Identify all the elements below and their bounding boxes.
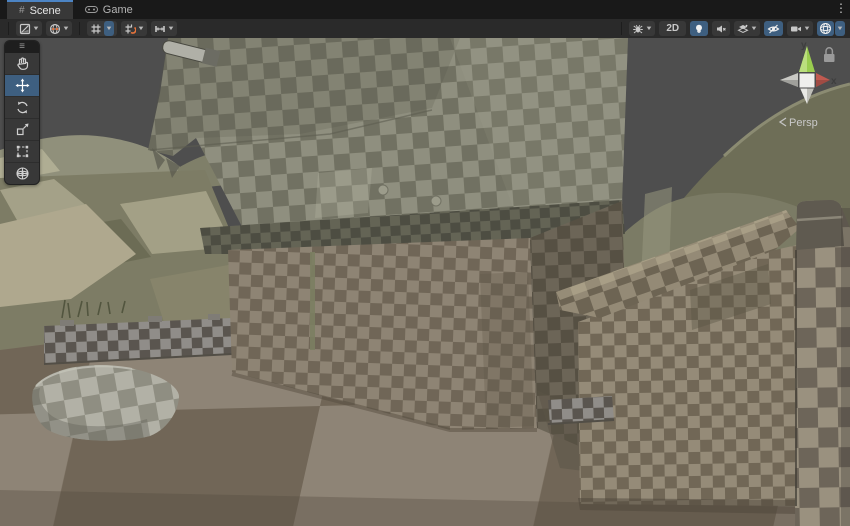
camera-icon xyxy=(790,23,802,35)
toolbar-separator xyxy=(79,22,80,35)
scene-visibility-button[interactable] xyxy=(764,21,783,36)
rotate-tool[interactable] xyxy=(5,96,39,118)
tab-scene-label: Scene xyxy=(30,5,61,17)
debug-mode-button[interactable]: ▼ xyxy=(629,21,655,36)
grid-snapping-button[interactable]: ▼ xyxy=(121,21,147,36)
chevron-down-icon: ▼ xyxy=(836,26,844,32)
chevron-down-icon: ▼ xyxy=(645,26,653,32)
orientation-globe-button[interactable]: ▼ xyxy=(46,21,72,36)
gamepad-icon xyxy=(85,5,98,14)
tab-game[interactable]: Game xyxy=(73,0,145,19)
effects-layers-icon xyxy=(737,23,749,35)
chevron-down-icon: ▼ xyxy=(137,26,145,32)
mode-2d-label: 2D xyxy=(662,23,683,34)
transform-icon xyxy=(15,166,30,181)
snap-increment-icon xyxy=(154,23,166,35)
view-hand-tool[interactable] xyxy=(5,53,39,74)
move-tool[interactable] xyxy=(5,74,39,96)
tab-game-label: Game xyxy=(103,4,133,16)
gizmos-menu-button[interactable]: ▼ xyxy=(817,21,845,36)
chevron-down-icon: ▼ xyxy=(167,26,175,32)
scale-tool[interactable] xyxy=(5,118,39,140)
light-bulb-icon xyxy=(693,23,705,35)
scale-icon xyxy=(15,122,30,137)
scene-audio-button[interactable] xyxy=(712,21,730,36)
chevron-down-icon: ▼ xyxy=(750,26,758,32)
projection-label: Persp xyxy=(789,117,818,129)
mode-2d-button[interactable]: 2D xyxy=(659,21,686,36)
chevron-down-icon: ▼ xyxy=(803,26,811,32)
toolbar-separator xyxy=(621,22,622,35)
rect-tool[interactable] xyxy=(5,140,39,162)
chevron-down-icon: ▼ xyxy=(32,26,40,32)
unity-editor-window: { "tab_bar": { "tabs": [ {"label": "Scen… xyxy=(0,0,850,526)
gizmo-center-cube[interactable] xyxy=(799,73,815,88)
rect-icon xyxy=(15,144,30,159)
rotate-icon xyxy=(15,100,30,115)
grid-icon xyxy=(90,23,102,35)
kebab-vertical-icon[interactable]: ⋮ xyxy=(835,1,847,15)
grid-hash-icon: # xyxy=(19,6,25,16)
gizmo-sphere-icon xyxy=(819,22,832,35)
toolbar-separator xyxy=(8,22,9,35)
bug-icon xyxy=(632,23,644,35)
scene-viewport[interactable]: y x Persp xyxy=(0,38,850,526)
gizmo-x-label: x xyxy=(831,76,837,87)
globe-icon xyxy=(49,23,61,35)
move-icon xyxy=(15,78,30,93)
tab-scene[interactable]: # Scene xyxy=(7,0,73,19)
draw-mode-icon xyxy=(19,23,31,35)
effects-button[interactable]: ▼ xyxy=(734,21,760,36)
hand-icon xyxy=(15,56,30,71)
grid-snap-icon xyxy=(124,23,136,35)
transform-tool[interactable] xyxy=(5,162,39,184)
grid-visibility-button[interactable]: ▼ xyxy=(87,21,117,36)
eye-hidden-icon xyxy=(767,23,780,35)
chevron-down-icon: ▼ xyxy=(62,26,70,32)
scene-toolbar: ▼ ▼ ▼ ▼ ▼ ▼ 2D ▼ ▼ xyxy=(0,19,850,38)
draw-mode-button[interactable]: ▼ xyxy=(16,21,42,36)
move-snapping-button[interactable]: ▼ xyxy=(151,21,177,36)
fog-overlay xyxy=(0,38,850,526)
tab-bar: # Scene Game ⋮ xyxy=(0,0,850,19)
chevron-down-icon: ▼ xyxy=(105,26,113,32)
audio-muted-icon xyxy=(715,23,727,35)
scene-lighting-button[interactable] xyxy=(690,21,708,36)
camera-settings-button[interactable]: ▼ xyxy=(787,21,813,36)
tool-palette: ≡ xyxy=(4,40,40,185)
palette-drag-handle[interactable]: ≡ xyxy=(5,41,39,53)
